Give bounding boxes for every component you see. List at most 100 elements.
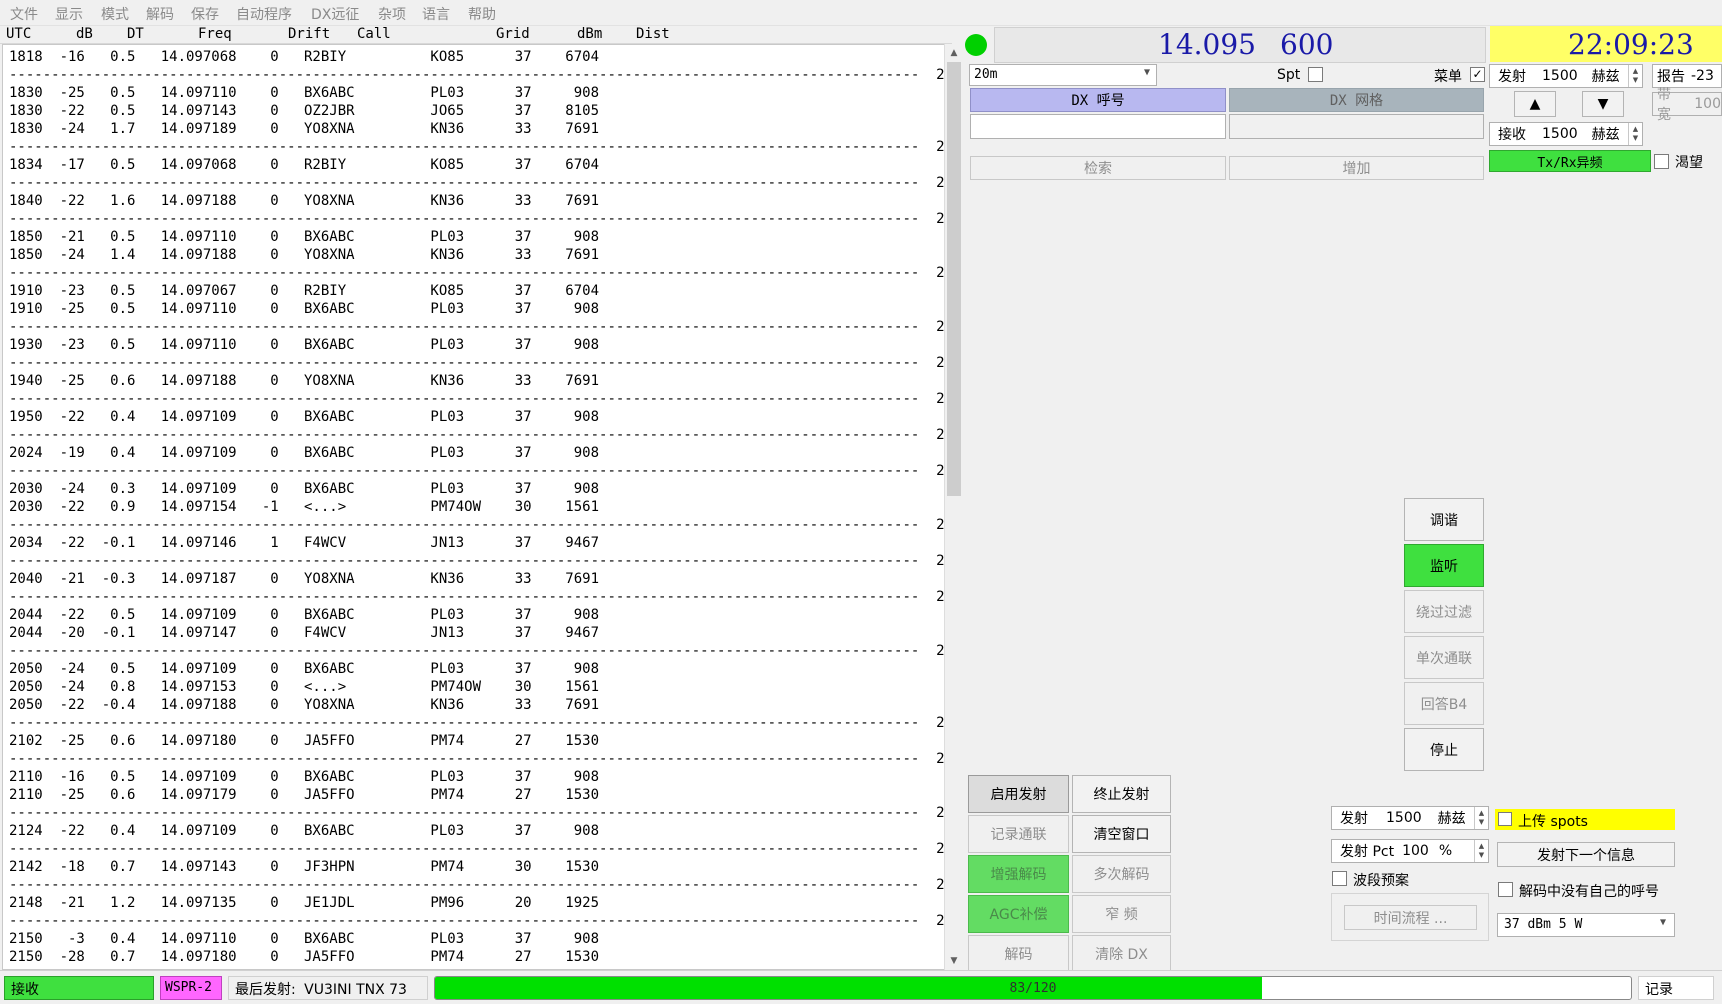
- multi-decode-button[interactable]: 多次解码: [1072, 855, 1171, 893]
- lookup-button[interactable]: 检索: [970, 156, 1226, 180]
- decode-row[interactable]: 2050 -24 0.5 14.097109 0 BX6ABC PL03 37 …: [9, 660, 939, 678]
- band-separator-row[interactable]: ----------------------------------------…: [9, 264, 947, 282]
- decode-row[interactable]: 1930 -23 0.5 14.097110 0 BX6ABC PL03 37 …: [9, 336, 939, 354]
- spin-arrows-icon[interactable]: ▲ ▼: [1474, 840, 1488, 862]
- menu-file[interactable]: 文件: [10, 4, 38, 24]
- decode-list[interactable]: 1818 -16 0.5 14.097068 0 R2BIY KO85 37 6…: [2, 44, 948, 970]
- decode-row[interactable]: 2050 -22 -0.4 14.097188 0 YO8XNA KN36 33…: [9, 696, 939, 714]
- reply-b4-button[interactable]: 回答B4: [1404, 682, 1484, 725]
- menu-decode[interactable]: 解码: [146, 4, 174, 24]
- decode-row[interactable]: 2148 -21 1.2 14.097135 0 JE1JDL PM96 20 …: [9, 894, 939, 912]
- decode-row[interactable]: 2150 -28 0.7 14.097180 0 JA5FFO PM74 27 …: [9, 948, 939, 966]
- no-own-call-checkbox[interactable]: [1498, 882, 1513, 897]
- band-separator-row[interactable]: ----------------------------------------…: [9, 354, 947, 372]
- narrow-button[interactable]: 窄 频: [1072, 895, 1171, 933]
- band-separator-row[interactable]: ----------------------------------------…: [9, 426, 947, 444]
- band-separator-row[interactable]: ----------------------------------------…: [9, 912, 947, 930]
- tune-button[interactable]: 调谐: [1404, 498, 1484, 541]
- erase-button[interactable]: 清空窗口: [1072, 815, 1171, 853]
- decode-row[interactable]: 2102 -25 0.6 14.097180 0 JA5FFO PM74 27 …: [9, 732, 939, 750]
- scroll-down-icon[interactable]: ▼: [945, 952, 963, 970]
- decode-row[interactable]: 1910 -25 0.5 14.097110 0 BX6ABC PL03 37 …: [9, 300, 939, 318]
- clear-dx-button[interactable]: 清除 DX: [1072, 935, 1171, 973]
- menu-dxpedition[interactable]: DX远征: [311, 4, 359, 24]
- rx-to-tx-down-button[interactable]: ▼: [1582, 91, 1624, 117]
- decode-row[interactable]: 1834 -17 0.5 14.097068 0 R2BIY KO85 37 6…: [9, 156, 939, 174]
- want-checkbox[interactable]: [1654, 154, 1669, 169]
- enable-tx-button[interactable]: 启用发射: [968, 775, 1069, 813]
- scroll-up-icon[interactable]: ▲: [945, 44, 963, 62]
- menu-misc[interactable]: 杂项: [378, 4, 406, 24]
- schedule-button[interactable]: 时间流程 ...: [1344, 905, 1477, 930]
- single-qso-button[interactable]: 单次通联: [1404, 636, 1484, 679]
- decode-row[interactable]: 1840 -22 1.6 14.097188 0 YO8XNA KN36 33 …: [9, 192, 939, 210]
- menu-save[interactable]: 保存: [191, 4, 219, 24]
- decode-row[interactable]: 2142 -18 0.7 14.097143 0 JF3HPN PM74 30 …: [9, 858, 939, 876]
- spin-arrows-icon[interactable]: ▲ ▼: [1474, 807, 1488, 829]
- decode-row[interactable]: 1950 -22 0.4 14.097109 0 BX6ABC PL03 37 …: [9, 408, 939, 426]
- band-separator-row[interactable]: ----------------------------------------…: [9, 138, 947, 156]
- band-separator-row[interactable]: ----------------------------------------…: [9, 174, 947, 192]
- bypass-filter-button[interactable]: 绕过过滤: [1404, 590, 1484, 633]
- upload-spots-checkbox[interactable]: [1498, 812, 1512, 826]
- deep-decode-button[interactable]: 增强解码: [968, 855, 1069, 893]
- tx-percent-spinbox[interactable]: 发射 Pct 100 % ▲ ▼: [1331, 839, 1489, 863]
- spin-arrows-icon[interactable]: ▲ ▼: [1628, 123, 1642, 145]
- rx-frequency-spinbox[interactable]: 接收 1500 赫兹 ▲ ▼: [1489, 122, 1643, 146]
- band-separator-row[interactable]: ----------------------------------------…: [9, 552, 947, 570]
- decode-row[interactable]: 2124 -22 0.4 14.097109 0 BX6ABC PL03 37 …: [9, 822, 939, 840]
- scroll-thumb[interactable]: [947, 62, 961, 496]
- decode-row[interactable]: 1830 -22 0.5 14.097143 0 OZ2JBR JO65 37 …: [9, 102, 939, 120]
- decode-row[interactable]: 2030 -24 0.3 14.097109 0 BX6ABC PL03 37 …: [9, 480, 939, 498]
- band-separator-row[interactable]: ----------------------------------------…: [9, 750, 947, 768]
- stop-button[interactable]: 停止: [1404, 728, 1484, 771]
- decode-row[interactable]: 1830 -24 1.7 14.097189 0 YO8XNA KN36 33 …: [9, 120, 939, 138]
- band-separator-row[interactable]: ----------------------------------------…: [9, 804, 947, 822]
- band-separator-row[interactable]: ----------------------------------------…: [9, 462, 947, 480]
- log-qso-button[interactable]: 记录通联: [968, 815, 1069, 853]
- menu-checkbox[interactable]: ✓: [1470, 67, 1485, 82]
- band-separator-row[interactable]: ----------------------------------------…: [9, 840, 947, 858]
- decode-row[interactable]: 2034 -22 -0.1 14.097146 1 F4WCV JN13 37 …: [9, 534, 939, 552]
- band-separator-row[interactable]: ----------------------------------------…: [9, 714, 947, 732]
- decode-row[interactable]: 1910 -23 0.5 14.097067 0 R2BIY KO85 37 6…: [9, 282, 939, 300]
- band-separator-row[interactable]: ----------------------------------------…: [9, 642, 947, 660]
- spt-checkbox[interactable]: [1308, 67, 1323, 82]
- band-separator-row[interactable]: ----------------------------------------…: [9, 210, 947, 228]
- tx-frequency-spinbox[interactable]: 发射 1500 赫兹 ▲ ▼: [1489, 64, 1643, 88]
- decode-row[interactable]: 2044 -20 -0.1 14.097147 0 F4WCV JN13 37 …: [9, 624, 939, 642]
- monitor-button[interactable]: 监听: [1404, 544, 1484, 587]
- menu-help[interactable]: 帮助: [468, 4, 496, 24]
- decode-row[interactable]: 1818 -16 0.5 14.097068 0 R2BIY KO85 37 6…: [9, 48, 939, 66]
- tx-to-rx-up-button[interactable]: ▲: [1514, 91, 1556, 117]
- tx-next-button[interactable]: 发射下一个信息: [1497, 842, 1675, 867]
- decode-row[interactable]: 2110 -16 0.5 14.097109 0 BX6ABC PL03 37 …: [9, 768, 939, 786]
- decode-row[interactable]: 2024 -19 0.4 14.097109 0 BX6ABC PL03 37 …: [9, 444, 939, 462]
- band-separator-row[interactable]: ----------------------------------------…: [9, 876, 947, 894]
- menu-view[interactable]: 显示: [55, 4, 83, 24]
- halt-tx-button[interactable]: 终止发射: [1072, 775, 1171, 813]
- decode-row[interactable]: 2030 -22 0.9 14.097154 -1 <...> PM74OW 3…: [9, 498, 939, 516]
- decode-row[interactable]: 2044 -22 0.5 14.097109 0 BX6ABC PL03 37 …: [9, 606, 939, 624]
- decode-row[interactable]: 2040 -21 -0.3 14.097187 0 YO8XNA KN36 33…: [9, 570, 939, 588]
- decode-row[interactable]: 1850 -24 1.4 14.097188 0 YO8XNA KN36 33 …: [9, 246, 939, 264]
- spin-arrows-icon[interactable]: ▲ ▼: [1628, 65, 1642, 87]
- agc-button[interactable]: AGC补偿: [968, 895, 1069, 933]
- tx-power-select[interactable]: 37 dBm 5 W ▼: [1497, 913, 1675, 937]
- decode-row[interactable]: 1940 -25 0.6 14.097188 0 YO8XNA KN36 33 …: [9, 372, 939, 390]
- decode-row[interactable]: 2110 -25 0.6 14.097179 0 JA5FFO PM74 27 …: [9, 786, 939, 804]
- band-select[interactable]: 20m ▼: [969, 64, 1157, 86]
- menu-mode[interactable]: 模式: [101, 4, 129, 24]
- decode-row[interactable]: 2050 -24 0.8 14.097153 0 <...> PM74OW 30…: [9, 678, 939, 696]
- band-separator-row[interactable]: ----------------------------------------…: [9, 66, 947, 84]
- band-separator-row[interactable]: ----------------------------------------…: [9, 318, 947, 336]
- band-hopping-checkbox[interactable]: [1332, 871, 1347, 886]
- decode-scrollbar[interactable]: ▲ ▼: [944, 44, 962, 970]
- split-tx-rx-button[interactable]: Tx/Rx异频: [1489, 150, 1651, 172]
- dx-call-input[interactable]: [970, 114, 1226, 139]
- menu-language[interactable]: 语言: [422, 4, 450, 24]
- decode-row[interactable]: 1830 -25 0.5 14.097110 0 BX6ABC PL03 37 …: [9, 84, 939, 102]
- wspr-tx-frequency-spinbox[interactable]: 发射 1500 赫兹 ▲ ▼: [1331, 806, 1489, 830]
- decode-row[interactable]: 2150 -3 0.4 14.097110 0 BX6ABC PL03 37 9…: [9, 930, 939, 948]
- band-separator-row[interactable]: ----------------------------------------…: [9, 390, 947, 408]
